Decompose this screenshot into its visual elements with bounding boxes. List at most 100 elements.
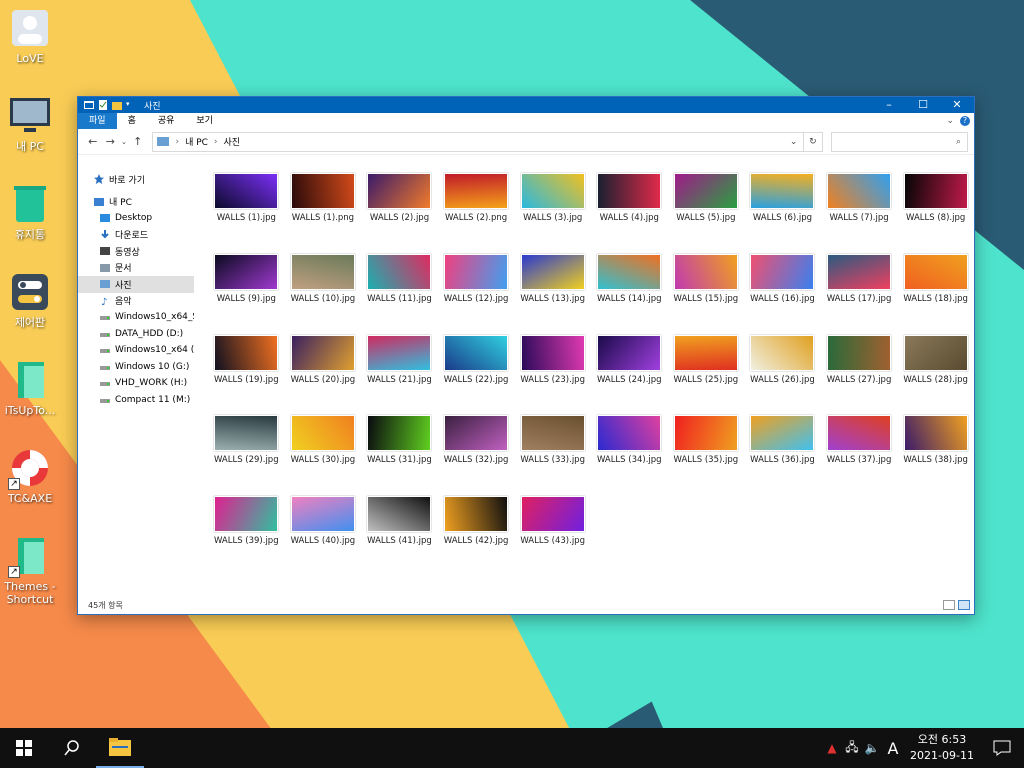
file-item[interactable]: WALLS (42).jpg <box>438 496 515 577</box>
desktop-icon[interactable]: ↗ Themes - Shortcut <box>0 536 60 606</box>
nav-item[interactable]: DATA_HDD (D:) <box>78 326 194 343</box>
desktop-icon[interactable]: iTsUpTo... <box>0 360 60 417</box>
volume-muted-icon[interactable]: 🔈 <box>862 741 882 755</box>
recent-locations-icon[interactable]: ⌄ <box>119 138 129 146</box>
start-button[interactable] <box>0 728 48 768</box>
file-item[interactable]: WALLS (40).jpg <box>285 496 362 577</box>
search-button[interactable] <box>48 728 96 768</box>
title-bar[interactable]: ▾ 사진 – ☐ ✕ <box>78 97 974 113</box>
file-item[interactable]: WALLS (10).jpg <box>285 253 362 335</box>
file-item[interactable]: WALLS (31).jpg <box>361 415 438 496</box>
new-folder-icon[interactable] <box>112 100 122 110</box>
file-item[interactable]: WALLS (36).jpg <box>744 415 821 496</box>
tab-home[interactable]: 홈 <box>116 113 147 129</box>
maximize-button[interactable]: ☐ <box>906 97 940 113</box>
breadcrumb-current[interactable]: 사진 <box>224 135 241 148</box>
tab-file[interactable]: 파일 <box>78 113 117 129</box>
nav-item[interactable]: 문서 <box>78 260 194 277</box>
up-button[interactable]: ↑ <box>129 135 147 148</box>
file-item[interactable]: WALLS (27).jpg <box>821 334 898 416</box>
large-icons-view-icon[interactable] <box>958 600 970 610</box>
file-item[interactable]: WALLS (28).jpg <box>897 334 974 416</box>
file-item[interactable]: WALLS (6).jpg <box>744 173 821 254</box>
file-item[interactable]: WALLS (43).jpg <box>514 496 591 577</box>
nav-item[interactable]: Windows10_x64 (F:) <box>78 342 194 359</box>
action-center-button[interactable] <box>980 728 1024 768</box>
file-explorer-window[interactable]: ▾ 사진 – ☐ ✕ 파일 홈 공유 보기 ⌄ ? ← → ⌄ ↑ › 내 PC… <box>77 96 975 615</box>
file-item[interactable]: WALLS (14).jpg <box>591 253 668 335</box>
file-item[interactable]: WALLS (30).jpg <box>285 415 362 496</box>
address-bar[interactable]: › 내 PC › 사진 ⌄ <box>152 131 804 152</box>
nav-item[interactable]: Windows10_x64_SSD <box>78 309 194 326</box>
file-item[interactable]: WALLS (17).jpg <box>821 253 898 335</box>
nav-item[interactable]: Desktop <box>78 210 194 227</box>
file-item[interactable]: WALLS (19).jpg <box>208 334 285 416</box>
file-item[interactable]: WALLS (21).jpg <box>361 334 438 416</box>
file-item[interactable]: WALLS (26).jpg <box>744 334 821 416</box>
file-item[interactable]: WALLS (8).jpg <box>897 173 974 254</box>
file-item[interactable]: WALLS (11).jpg <box>361 253 438 335</box>
nav-item[interactable]: 내 PC <box>78 194 194 211</box>
nav-item[interactable]: 동영상 <box>78 243 194 260</box>
file-item[interactable]: WALLS (7).jpg <box>821 173 898 254</box>
file-item[interactable]: WALLS (5).jpg <box>668 173 745 254</box>
desktop-icon[interactable]: ↗ TC&AXE <box>0 448 60 505</box>
desktop-icon[interactable]: 휴지통 <box>0 184 60 241</box>
nav-item[interactable]: Windows 10 (G:) <box>78 359 194 376</box>
file-item[interactable]: WALLS (34).jpg <box>591 415 668 496</box>
file-item[interactable]: WALLS (38).jpg <box>897 415 974 496</box>
back-button[interactable]: ← <box>84 135 102 148</box>
file-item[interactable]: WALLS (18).jpg <box>897 253 974 335</box>
ime-indicator[interactable]: A <box>882 739 904 758</box>
file-item[interactable]: WALLS (15).jpg <box>668 253 745 335</box>
file-item[interactable]: WALLS (23).jpg <box>514 334 591 416</box>
file-item[interactable]: WALLS (35).jpg <box>668 415 745 496</box>
file-item[interactable]: WALLS (25).jpg <box>668 334 745 416</box>
file-item[interactable]: WALLS (2).jpg <box>361 173 438 254</box>
file-item[interactable]: WALLS (22).jpg <box>438 334 515 416</box>
tab-share[interactable]: 공유 <box>146 113 186 129</box>
file-item[interactable]: WALLS (39).jpg <box>208 496 285 577</box>
file-item[interactable]: WALLS (20).jpg <box>285 334 362 416</box>
file-item[interactable]: WALLS (3).jpg <box>514 173 591 254</box>
tab-view[interactable]: 보기 <box>185 113 224 129</box>
file-item[interactable]: WALLS (32).jpg <box>438 415 515 496</box>
file-item[interactable]: WALLS (29).jpg <box>208 415 285 496</box>
file-item[interactable]: WALLS (1).png <box>285 173 362 254</box>
file-item[interactable]: WALLS (24).jpg <box>591 334 668 416</box>
details-view-icon[interactable] <box>943 600 955 610</box>
customize-arrow-icon[interactable]: ▾ <box>126 100 136 110</box>
nav-item[interactable]: 바로 가기 <box>78 171 194 188</box>
desktop-icon[interactable]: LoVE <box>0 8 60 65</box>
file-item[interactable]: WALLS (16).jpg <box>744 253 821 335</box>
tray-network-alert-icon[interactable]: ▲ <box>822 741 842 755</box>
refresh-button[interactable]: ↻ <box>803 131 824 152</box>
file-item[interactable]: WALLS (41).jpg <box>361 496 438 577</box>
nav-item[interactable]: VHD_WORK (H:) <box>78 375 194 392</box>
desktop-icon[interactable]: 내 PC <box>0 96 60 153</box>
network-icon[interactable]: 🖧 <box>842 738 862 759</box>
nav-item[interactable]: Compact 11 (M:) <box>78 392 194 409</box>
nav-item[interactable]: ♪ 음악 <box>78 293 194 310</box>
search-input[interactable]: ⌕ <box>831 131 968 152</box>
close-button[interactable]: ✕ <box>940 97 974 113</box>
file-item[interactable]: WALLS (4).jpg <box>591 173 668 254</box>
nav-item[interactable]: 사진 <box>78 276 194 293</box>
file-item[interactable]: WALLS (2).png <box>438 173 515 254</box>
file-item[interactable]: WALLS (37).jpg <box>821 415 898 496</box>
help-icon[interactable]: ? <box>960 116 970 126</box>
address-dropdown-icon[interactable]: ⌄ <box>785 137 803 147</box>
file-item[interactable]: WALLS (13).jpg <box>514 253 591 335</box>
file-explorer-taskbar-button[interactable] <box>96 728 144 768</box>
breadcrumb-root[interactable]: 내 PC <box>185 135 208 148</box>
file-item[interactable]: WALLS (12).jpg <box>438 253 515 335</box>
clock[interactable]: 오전 6:53 2021-09-11 <box>904 732 980 764</box>
desktop-icon[interactable]: 제어판 <box>0 272 60 329</box>
file-item[interactable]: WALLS (1).jpg <box>208 173 285 254</box>
nav-item[interactable]: 다운로드 <box>78 227 194 244</box>
file-item[interactable]: WALLS (9).jpg <box>208 253 285 335</box>
file-item[interactable]: WALLS (33).jpg <box>514 415 591 496</box>
forward-button[interactable]: → <box>102 135 120 148</box>
minimize-button[interactable]: – <box>872 97 906 113</box>
expand-ribbon-icon[interactable]: ⌄ <box>946 116 954 126</box>
